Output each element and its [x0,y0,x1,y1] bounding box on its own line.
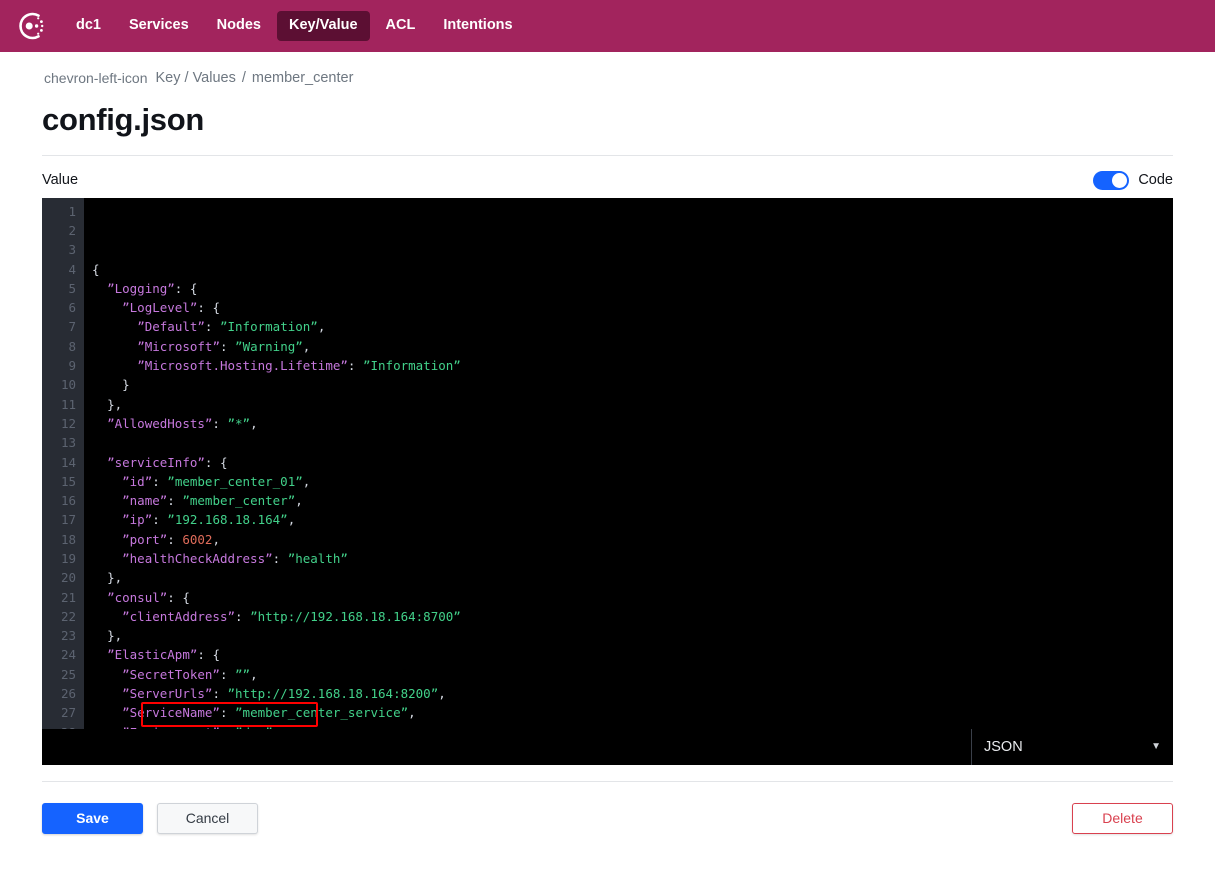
code-line: ”Default”: ”Information”, [137,319,326,335]
chevron-down-icon: ▼ [1151,740,1161,752]
code-line: ”ServerUrls”: ”http://192.168.18.164:820… [122,686,446,702]
actions-divider [42,780,1173,782]
line-number: 26 [60,686,76,702]
code-line: ”port”: 6002, [122,531,220,547]
breadcrumb-current[interactable]: member_center [252,70,354,86]
code-line: ”Microsoft.Hosting.Lifetime”: ”Informati… [137,358,461,374]
code-line: ”LogLevel”: { [122,300,220,316]
line-number: 19 [60,550,76,566]
line-number: 11 [60,396,76,412]
code-content[interactable]: { ”Logging”: { ”LogLevel”: { ”Default”: … [84,198,1173,765]
code-line: ”healthCheckAddress”: ”health” [122,550,348,566]
code-line: } [122,377,130,393]
line-number: 23 [60,628,76,644]
chevron-left-icon[interactable]: chevron-left-icon [44,71,148,85]
code-line: ”Microsoft”: ”Warning”, [137,338,311,354]
line-number: 1 [68,203,76,219]
editor-footer: JSON ▼ [42,728,1173,765]
nav-item-list: dc1 Services Nodes Key/Value ACL Intenti… [64,11,525,41]
line-number: 21 [60,589,76,605]
value-label: Value [42,172,79,189]
breadcrumb: chevron-left-icon Key / Values / member_… [44,70,1215,86]
code-line: }, [107,570,123,586]
code-line: ”name”: ”member_center”, [122,493,303,509]
breadcrumb-separator: / [241,70,246,86]
nav-item-dc1[interactable]: dc1 [64,11,113,41]
line-number-gutter: 1 2 3 4 5 6 7 8 9 10 11 12 13 14 15 16 17 18 19 20 21 22 23 24 2… [42,197,84,745]
line-number: 27 [60,705,76,721]
code-line: ”id”: ”member_center_01”, [122,473,311,489]
line-number: 16 [60,493,76,509]
cancel-button[interactable]: Cancel [157,802,258,834]
code-line: ​ [92,433,1173,452]
code-editor[interactable]: 1 2 3 4 5 6 7 8 9 10 11 12 13 14 15 16 17 18 19 20 21 22 23 24 2… [42,197,1173,765]
line-number: 13 [60,435,76,451]
code-line: { [92,261,100,277]
nav-item-nodes[interactable]: Nodes [205,11,273,41]
line-number: 5 [68,280,76,296]
line-number: 25 [60,666,76,682]
line-number: 14 [60,454,76,470]
page-title: config.json [42,102,205,137]
code-line: ”clientAddress”: ”http://192.168.18.164:… [122,608,461,624]
code-toggle-group: Code [1093,170,1173,190]
top-navbar: dc1 Services Nodes Key/Value ACL Intenti… [0,0,1215,52]
line-number: 2 [68,222,76,238]
line-number: 10 [60,377,76,393]
nav-item-acl[interactable]: ACL [374,11,428,41]
primary-actions: Save Cancel [42,802,258,834]
line-number: 7 [68,319,76,335]
line-number: 4 [68,261,76,277]
line-number: 6 [68,300,76,316]
code-line: ”serviceInfo”: { [107,454,228,470]
code-line: ”ip”: ”192.168.18.164”, [122,512,296,528]
language-select-value: JSON [984,738,1023,755]
code-line: }, [107,396,123,412]
code-line: ”AllowedHosts”: ”*”, [107,415,258,431]
line-number: 3 [68,242,76,258]
code-line: ”ElasticApm”: { [107,647,220,663]
line-number: 18 [60,531,76,547]
code-line: ”consul”: { [107,589,190,605]
language-select[interactable]: JSON ▼ [971,728,1173,765]
code-line: ”SecretToken”: ””, [122,666,258,682]
code-toggle-label: Code [1138,172,1173,189]
delete-button[interactable]: Delete [1072,802,1173,834]
line-number: 15 [60,473,76,489]
code-line: ”Logging”: { [107,280,198,296]
code-editor-body: 1 2 3 4 5 6 7 8 9 10 11 12 13 14 15 16 17 18 19 20 21 22 23 24 2… [42,197,1173,765]
breadcrumb-root-link[interactable]: Key / Values [156,70,236,86]
title-divider [42,154,1173,156]
code-line: }, [107,628,123,644]
line-number: 12 [60,415,76,431]
line-number: 9 [68,358,76,374]
save-button[interactable]: Save [42,802,143,834]
toggle-knob [1112,172,1128,188]
code-toggle-switch[interactable] [1093,170,1130,190]
nav-item-services[interactable]: Services [117,11,201,41]
line-number: 24 [60,647,76,663]
nav-item-key-value[interactable]: Key/Value [277,11,370,41]
action-bar: Save Cancel Delete [42,802,1173,834]
consul-logo-icon[interactable] [14,9,48,43]
code-line: ”ServiceName”: ”member_center_service”, [122,705,416,721]
line-number: 20 [60,570,76,586]
value-header-row: Value Code [42,170,1173,190]
line-number: 8 [68,338,76,354]
line-number: 17 [60,512,76,528]
line-number: 22 [60,608,76,624]
nav-item-intentions[interactable]: Intentions [431,11,524,41]
